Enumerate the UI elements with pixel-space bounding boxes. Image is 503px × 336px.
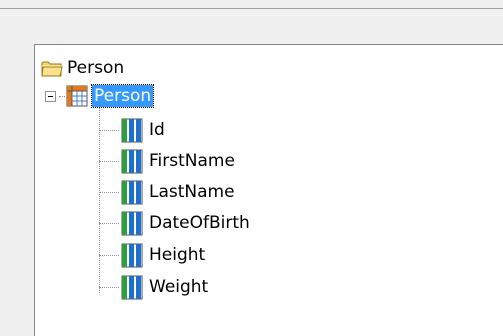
tree-node-column[interactable]: Height bbox=[99, 240, 205, 270]
tree-view[interactable]: Person Person Id FirstName LastName Date… bbox=[34, 44, 503, 336]
column-icon bbox=[121, 243, 143, 268]
column-icon bbox=[121, 211, 143, 236]
top-strip bbox=[0, 0, 503, 9]
tree-node-column[interactable]: Id bbox=[99, 115, 165, 145]
tree-node-column[interactable]: LastName bbox=[99, 177, 235, 207]
column-label: Height bbox=[149, 245, 206, 265]
column-label: DateOfBirth bbox=[149, 213, 250, 233]
tree-connector-horizontal bbox=[59, 95, 65, 97]
tree-connector-horizontal bbox=[99, 222, 119, 224]
tree-node-root[interactable]: Person bbox=[41, 53, 124, 83]
tree-node-root-label: Person bbox=[67, 58, 125, 78]
column-icon bbox=[121, 275, 143, 300]
table-icon bbox=[66, 85, 88, 107]
tree-node-column[interactable]: Weight bbox=[99, 272, 208, 302]
column-label: FirstName bbox=[149, 151, 235, 171]
tree-connector-horizontal bbox=[99, 129, 119, 131]
tree-connector-horizontal bbox=[99, 191, 119, 193]
tree-connector-horizontal bbox=[99, 254, 119, 256]
collapse-icon[interactable] bbox=[45, 90, 56, 102]
folder-icon bbox=[41, 60, 63, 77]
tree-connector-horizontal bbox=[99, 286, 119, 288]
tree-node-column[interactable]: DateOfBirth bbox=[99, 208, 250, 238]
tree-node-table[interactable]: Person bbox=[45, 81, 155, 111]
column-label: Id bbox=[149, 120, 165, 140]
tree-connector-horizontal bbox=[99, 160, 119, 162]
column-label: LastName bbox=[149, 182, 235, 202]
tree-node-column[interactable]: FirstName bbox=[99, 146, 235, 176]
column-icon bbox=[121, 149, 143, 174]
column-label: Weight bbox=[149, 277, 209, 297]
column-icon bbox=[121, 180, 143, 205]
column-icon bbox=[121, 118, 143, 143]
tree-node-table-label: Person bbox=[90, 84, 155, 108]
